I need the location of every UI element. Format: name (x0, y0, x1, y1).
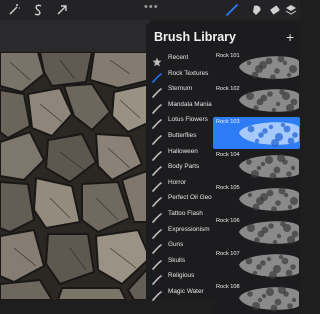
brush-set-label: Halloween (168, 147, 198, 155)
adjustments-wand-icon[interactable] (7, 3, 21, 17)
brush-set-item[interactable]: Guns (148, 238, 212, 254)
panel-title: Brush Library (154, 30, 236, 44)
brush-name: Rock 103 (216, 119, 240, 125)
rock-texture-artwork (0, 52, 150, 300)
brush-item[interactable]: Rock 106 (213, 216, 300, 248)
brush-name: Rock 106 (216, 218, 240, 224)
brush-name: Rock 101 (216, 53, 240, 59)
brush-item[interactable]: Rock 103 (213, 117, 300, 149)
brush-set-label: Magic Water (168, 288, 204, 295)
brush-stroke-icon (152, 85, 162, 98)
brush-set-label: Body Parts (168, 163, 200, 171)
brush-set-item[interactable]: Horror (148, 176, 212, 192)
brush-item[interactable]: Rock 105 (213, 183, 300, 215)
brush-name: Rock 108 (216, 284, 240, 290)
brush-item[interactable]: Rock 104 (213, 150, 300, 182)
selection-s-icon[interactable] (31, 3, 45, 17)
brush-stroke-icon (152, 101, 162, 114)
brush-set-label: Recent (168, 54, 189, 61)
add-brush-set-button[interactable]: + (286, 30, 294, 44)
drawing-canvas[interactable] (0, 52, 150, 300)
brush-set-label: Horror (168, 178, 187, 186)
brush-stroke-icon (152, 148, 162, 161)
brush-set-item[interactable]: Body Parts (148, 160, 212, 176)
brush-set-item[interactable]: Perfect Oil Geo (148, 191, 212, 208)
brush-stroke-icon (152, 226, 162, 239)
brush-stroke-icon (152, 241, 162, 254)
brush-stroke-icon (152, 116, 162, 130)
brush-set-item[interactable]: Skulls (148, 254, 212, 270)
brush-stroke-icon (152, 288, 162, 301)
brush-set-item[interactable]: Mandala Mania 2 (148, 98, 217, 114)
brush-set-item[interactable]: Magic Water (148, 285, 212, 301)
brush-name: Rock 105 (216, 185, 240, 191)
brush-item[interactable]: Rock 108 (213, 282, 300, 314)
brush-set-label: Expressionism (168, 225, 210, 233)
brush-set-item[interactable]: Sternum (148, 82, 212, 98)
brush-set-item[interactable]: Halloween (148, 145, 212, 161)
eraser-icon[interactable] (268, 3, 282, 17)
brush-set-label: Tattoo Flash (168, 210, 203, 217)
brush-set-item[interactable]: Tattoo Flash (148, 207, 212, 223)
brush-name: Rock 102 (216, 86, 240, 92)
brush-set-item[interactable]: Butterflies (148, 129, 212, 145)
brush-set-label: Skulls (168, 256, 186, 264)
brush-item[interactable]: Rock 101 (213, 51, 300, 83)
brush-set-label: Religious (168, 272, 195, 280)
brush-item[interactable]: Rock 107 (213, 249, 300, 281)
brush-set-label: Perfect Oil Geo (168, 194, 212, 202)
brush-set-label: Rock Textures (168, 69, 209, 77)
brush-stroke-icon (152, 132, 162, 145)
brush-stroke-icon (152, 70, 162, 83)
star-icon (152, 54, 162, 67)
brush-stroke-icon (152, 179, 162, 192)
brush-set-item[interactable]: Lotus Flowers (148, 113, 212, 130)
more-menu-button[interactable]: ••• (144, 1, 159, 13)
layers-icon[interactable] (284, 3, 298, 17)
brush-icon[interactable] (225, 3, 239, 17)
brush-set-item[interactable]: Expressionism (148, 223, 212, 239)
brush-name: Rock 107 (216, 251, 240, 257)
brush-set-label: Guns (168, 241, 184, 249)
brush-set-label: Sternum (168, 85, 193, 93)
brush-stroke-icon (152, 210, 162, 223)
brush-name: Rock 104 (216, 152, 240, 158)
transform-arrow-icon[interactable] (55, 3, 69, 17)
brush-set-item[interactable]: Religious (148, 269, 212, 286)
brush-set-label: Lotus Flowers (168, 116, 208, 124)
brush-stroke-icon (152, 272, 162, 286)
brush-stroke-icon (152, 194, 162, 208)
brush-stroke-icon (152, 257, 162, 270)
brush-item[interactable]: Rock 102 (213, 84, 300, 116)
brush-set-item[interactable]: Rock Textures (148, 67, 212, 83)
canvas-top-area (0, 20, 150, 52)
brush-set-label: Butterflies (168, 132, 197, 139)
brush-stroke-icon (152, 163, 162, 176)
brush-set-item[interactable]: Recent (148, 51, 212, 67)
smudge-icon[interactable] (250, 3, 264, 17)
brush-set-label: Mandala Mania 2 (168, 100, 218, 108)
